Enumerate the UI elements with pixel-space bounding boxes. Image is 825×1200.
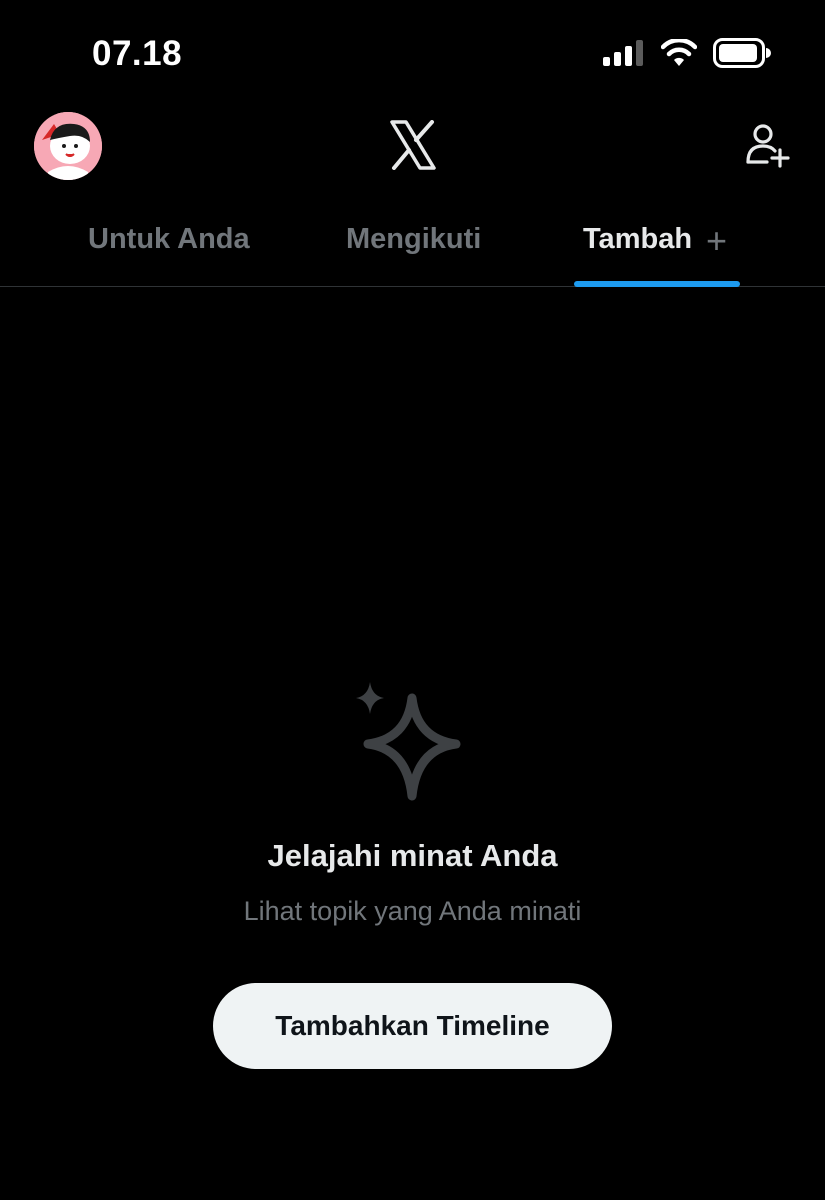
wifi-icon: [661, 39, 697, 66]
signal-icon: [603, 40, 643, 66]
x-logo-icon[interactable]: [388, 120, 438, 170]
battery-icon: [713, 38, 771, 68]
tab-mengikuti[interactable]: Mengikuti: [346, 196, 481, 282]
timeline-tabs: Untuk Anda Mengikuti Tambah +: [0, 200, 825, 287]
plus-icon: +: [706, 220, 728, 261]
top-app-bar: [0, 100, 825, 200]
empty-state-title: Jelajahi minat Anda: [267, 838, 558, 873]
empty-state-subtitle: Lihat topik yang Anda minati: [243, 896, 582, 926]
tab-label: Mengikuti: [346, 222, 482, 255]
status-icons: [603, 38, 771, 68]
avatar-cartoon-icon: [34, 112, 102, 180]
active-tab-indicator: [574, 281, 740, 287]
tab-tambah[interactable]: Tambah +: [583, 196, 727, 282]
tab-label: Untuk Anda: [88, 222, 250, 255]
sparkle-icon: [356, 682, 461, 801]
add-timeline-button[interactable]: Tambahkan Timeline: [213, 983, 612, 1069]
tab-untuk-anda[interactable]: Untuk Anda: [88, 196, 250, 282]
avatar[interactable]: [34, 112, 102, 180]
tab-label: Tambah: [583, 222, 693, 255]
status-bar: 07.18: [0, 0, 825, 100]
add-user-icon[interactable]: [745, 122, 791, 168]
status-time: 07.18: [92, 34, 183, 73]
